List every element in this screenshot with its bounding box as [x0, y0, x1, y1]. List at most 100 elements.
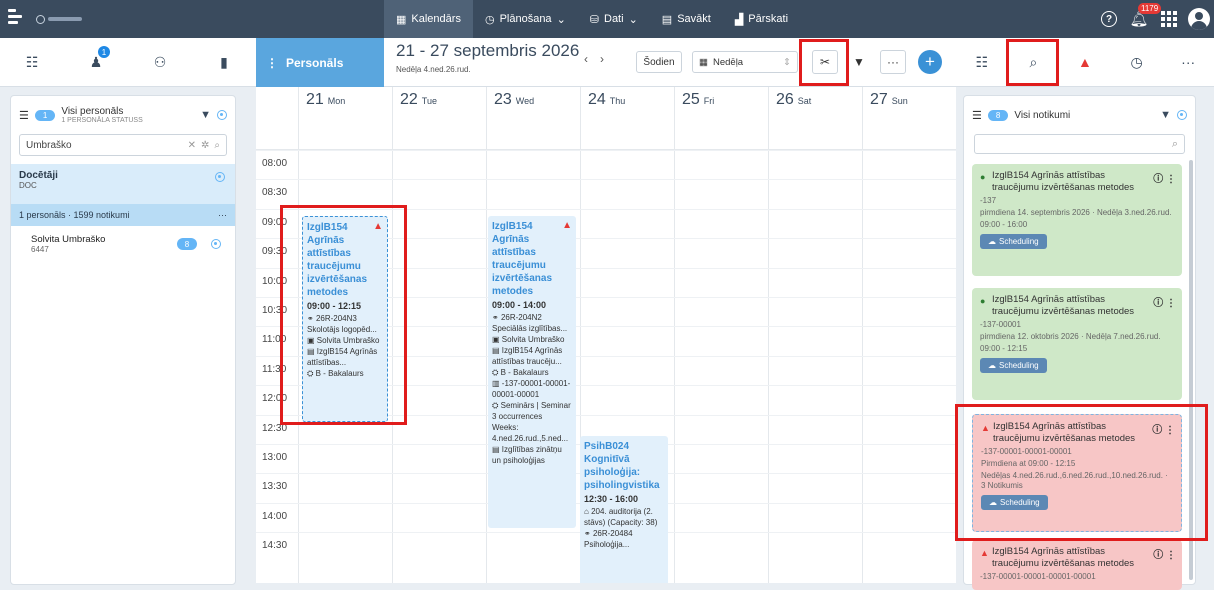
bookmark-button[interactable]: ▮	[212, 50, 236, 74]
list-view-button[interactable]: ☷	[970, 50, 994, 74]
groups-icon: ⚇	[153, 53, 167, 70]
staff-search-input[interactable]: Umbraško ✕ ✲ ⌕	[19, 134, 227, 156]
staff-panel-subtitle: 1 PERSONĀLA STATUSS	[61, 117, 143, 124]
staff-panel-title: Visi personāls	[61, 106, 124, 117]
apps-button[interactable]	[1154, 0, 1184, 38]
day-header-mon[interactable]: 21 Mon	[298, 87, 392, 117]
scheduling-button[interactable]: ☁ Scheduling	[980, 358, 1047, 373]
clock-icon: ◷	[1130, 53, 1143, 70]
staff-button[interactable]: ♟ 1	[84, 46, 110, 74]
left-toolbar: ☷ ♟ 1 ⚇ ▮	[0, 38, 256, 87]
user-menu-button[interactable]	[1184, 0, 1214, 38]
highlight-search	[1006, 39, 1059, 86]
time-label: 13:00	[262, 452, 288, 463]
warning-icon: ▲	[562, 220, 572, 231]
prev-arrow-icon[interactable]: ‹	[584, 52, 600, 66]
clock-icon: ◷	[484, 13, 495, 26]
calendar-icon: ▦	[699, 56, 708, 68]
time-label: 14:00	[262, 510, 288, 522]
kebab-icon[interactable]: ⋮	[266, 56, 278, 70]
warnings-button[interactable]: ▲	[1073, 50, 1097, 74]
add-event-button[interactable]: +	[918, 50, 942, 74]
clear-icon[interactable]: ✕	[188, 140, 196, 151]
top-right-controls: ? 🔔︎ 1179	[1094, 0, 1214, 38]
more-icon: ···	[887, 55, 899, 69]
filter-icon[interactable]: ▼	[1160, 109, 1171, 121]
bookmark-icon: ▮	[220, 53, 228, 70]
help-button[interactable]: ?	[1094, 0, 1124, 38]
time-label: 13:30	[262, 481, 288, 493]
chevron-down-icon: ⌄	[628, 13, 638, 26]
nav-calendar[interactable]: ▦ Kalendārs	[384, 0, 473, 38]
nav-collect[interactable]: ▤ Savākt	[650, 0, 723, 38]
list-view-button[interactable]: ☷	[20, 50, 44, 74]
help-icon: ?	[1101, 11, 1117, 27]
app-logo-icon[interactable]	[8, 9, 22, 29]
info-icon[interactable]: ⓘ ⋮	[1153, 294, 1176, 309]
group-docetaji[interactable]: Docētāji DOC	[11, 164, 235, 204]
menu-icon[interactable]: ☰	[19, 109, 29, 122]
date-nav: ‹›	[584, 52, 616, 66]
day-header-tue[interactable]: 22 Tue	[392, 87, 486, 117]
info-icon[interactable]: ⓘ ⋮	[1153, 546, 1176, 561]
event-card[interactable]: ● IzglB154 Agrīnās attīstības traucējumu …	[972, 288, 1182, 400]
tab-personal[interactable]: ⋮ Personāls	[256, 38, 384, 87]
event-card[interactable]: ● IzglB154 Agrīnās attīstības traucējumu …	[972, 164, 1182, 276]
day-header-fri[interactable]: 25 Fri	[674, 87, 768, 117]
top-bar: ▦ Kalendārs ◷ Plānošana ⌄ ⛁ Dati ⌄ ▤ Savākt ▟ P…	[0, 0, 1214, 38]
list-icon: ☷	[975, 53, 989, 70]
select-all-radio[interactable]	[1177, 110, 1187, 120]
university-logo	[36, 12, 86, 26]
warning-icon: ▲	[1078, 54, 1092, 70]
groups-button[interactable]: ⚇	[148, 50, 172, 74]
staff-panel-header: ☰ 1 Visi personāls 1 PERSONĀLA STATUSS ▼	[11, 96, 235, 134]
staff-badge: 1	[98, 46, 110, 58]
events-search-input[interactable]: ⌕	[974, 134, 1185, 154]
day-header-thu[interactable]: 24 Thu	[580, 87, 674, 117]
group-radio[interactable]	[215, 172, 225, 182]
filter-button[interactable]: ▼	[846, 50, 872, 74]
list-icon: ☷	[25, 53, 39, 70]
event-wed[interactable]: ▲ IzglB154 Agrīnās attīstības traucējumu…	[488, 216, 576, 528]
today-button[interactable]: Šodien	[636, 51, 682, 73]
next-arrow-icon[interactable]: ›	[600, 52, 616, 66]
calendar-icon: ▦	[396, 13, 407, 26]
nav-data[interactable]: ⛁ Dati ⌄	[578, 0, 650, 38]
nav-planning[interactable]: ◷ Plānošana ⌄	[473, 0, 578, 38]
day-header-sun[interactable]: 27 Sun	[862, 87, 956, 117]
highlight-conflict-card	[955, 404, 1208, 541]
more-button[interactable]: ···	[880, 50, 906, 74]
check-icon: ●	[980, 296, 986, 306]
settings-icon[interactable]: ✲	[201, 140, 209, 151]
scheduling-button[interactable]: ☁ Scheduling	[980, 234, 1047, 249]
events-panel-title: Visi notikumi	[1014, 109, 1071, 121]
more-icon[interactable]: ···	[218, 210, 227, 220]
chevron-updown-icon: ⇕	[783, 56, 791, 68]
menu-icon[interactable]: ☰	[972, 109, 982, 122]
events-panel-header: ☰ 8 Visi notikumi ▼	[964, 96, 1195, 134]
filter-icon[interactable]: ▼	[200, 109, 211, 121]
week-subtitle: Nedēļa 4.ned.26.rud.	[396, 65, 471, 74]
more-icon: ···	[1181, 54, 1196, 70]
list-item[interactable]: Solvita Umbraško 6447 8	[11, 226, 235, 254]
nav-reports[interactable]: ▟ Pārskati	[723, 0, 800, 38]
database-icon: ⛁	[589, 13, 599, 26]
info-icon[interactable]: ⓘ ⋮	[1153, 170, 1176, 185]
history-button[interactable]: ◷	[1125, 50, 1149, 74]
cloud-icon: ☁	[988, 361, 996, 370]
person-radio[interactable]	[211, 239, 221, 249]
events-count-pill: 8	[987, 109, 1009, 121]
week-calendar: 21 Mon 22 Tue 23 Wed 24 Thu 25 Fri 26 Sat 27 Su…	[256, 87, 956, 583]
day-header-sat[interactable]: 26 Sat	[768, 87, 862, 117]
select-all-radio[interactable]	[217, 110, 227, 120]
group-count-row: 1 personāls · 1599 notikumi ···	[11, 204, 235, 226]
view-select[interactable]: ▦ Nedēļa ⇕	[692, 51, 798, 73]
more-button[interactable]: ···	[1176, 50, 1200, 74]
avatar	[1188, 8, 1210, 30]
right-toolbar: ☷ ⌕ ▲ ◷ ···	[956, 38, 1214, 87]
notifications-button[interactable]: 🔔︎ 1179	[1124, 0, 1162, 38]
event-thu[interactable]: PsihB024 Kognitīvā psiholoģija: psiholin…	[580, 436, 668, 583]
date-range: 21 - 27 septembris 2026	[396, 41, 580, 60]
day-header-wed[interactable]: 23 Wed	[486, 87, 580, 117]
search-icon[interactable]: ⌕	[214, 140, 220, 151]
